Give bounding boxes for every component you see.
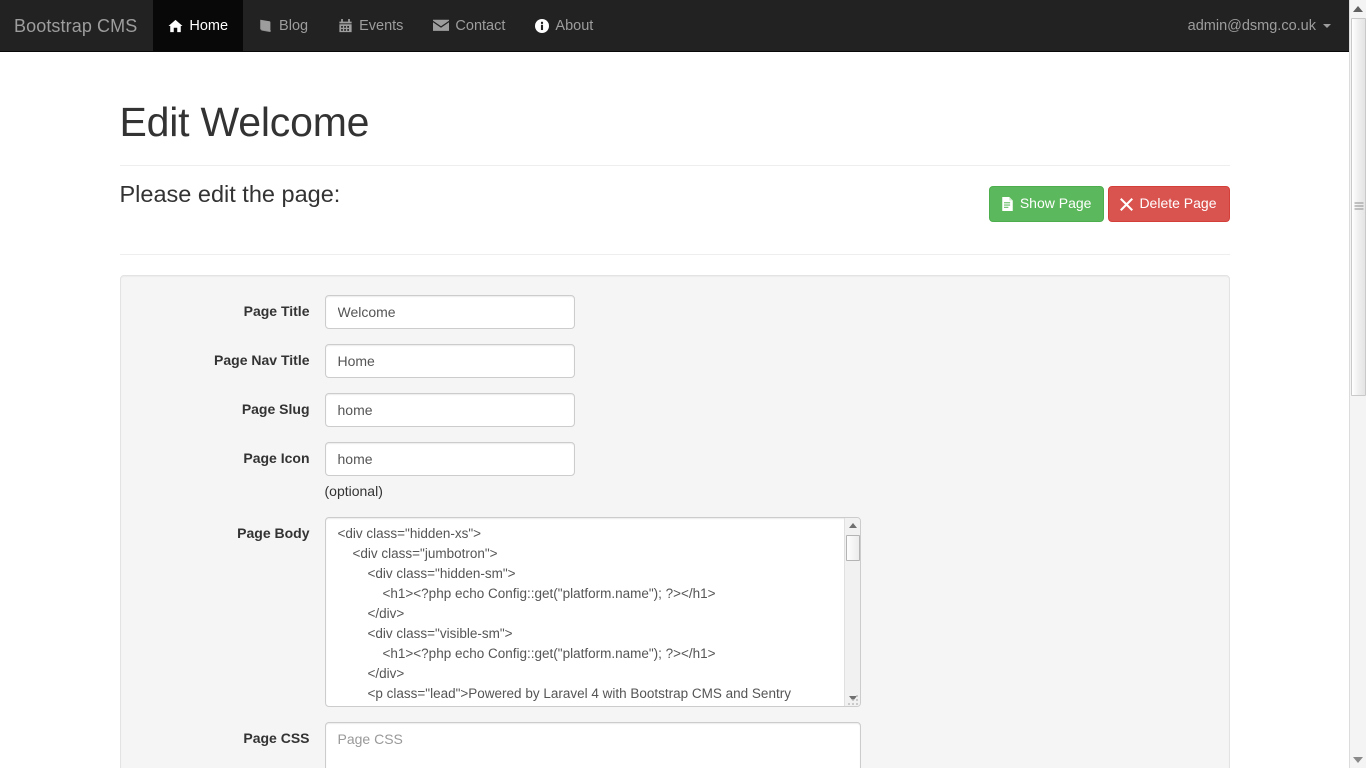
nav-item-blog-label: Blog (279, 17, 309, 34)
scroll-up-icon[interactable] (845, 518, 861, 533)
navbar-brand-label: Bootstrap CMS (14, 15, 138, 36)
nav-item-events[interactable]: Events (323, 0, 418, 51)
nav-item-about-label: About (555, 17, 594, 34)
form-group-page-slug: Page Slug (140, 392, 1210, 427)
envelope-icon (433, 19, 450, 32)
navbar-brand[interactable]: Bootstrap CMS (0, 0, 153, 51)
form-group-page-body: Page Body <div class="hidden-xs"> <div c… (140, 516, 1210, 707)
window-scroll-down-icon[interactable] (1350, 751, 1366, 768)
page-body-wrapper: <div class="hidden-xs"> <div class="jumb… (324, 516, 861, 707)
page-body-textarea[interactable]: <div class="hidden-xs"> <div class="jumb… (324, 516, 861, 707)
subhead-text: Please edit the page: (119, 181, 341, 208)
subhead-row: Please edit the page: Show Page Delete P… (119, 181, 1230, 222)
page-title-control (324, 294, 1210, 329)
show-page-label: Show Page (1019, 195, 1092, 212)
nav-item-blog[interactable]: Blog (243, 0, 323, 51)
nav-item-home[interactable]: Home (153, 0, 244, 51)
title-divider (119, 165, 1230, 167)
scrollbar-thumb[interactable] (845, 534, 860, 561)
book-icon (258, 19, 273, 33)
nav-item-contact-label: Contact (455, 17, 506, 34)
subhead-divider (119, 253, 1230, 255)
home-icon (168, 19, 183, 33)
chevron-down-icon (1323, 23, 1331, 28)
page-nav-title-input[interactable] (324, 343, 575, 378)
navbar-nav: Home Blog Events Contact About (153, 0, 608, 51)
file-text-icon (1001, 197, 1014, 212)
delete-page-label: Delete Page (1139, 195, 1217, 212)
page-css-label: Page CSS (243, 729, 310, 746)
page-title-input[interactable] (324, 294, 575, 329)
page-nav-title-control (324, 343, 1210, 378)
show-page-button[interactable]: Show Page (988, 186, 1105, 222)
page-icon-control: (optional) (324, 441, 1210, 502)
page-actions: Show Page Delete Page (988, 186, 1230, 222)
content-inner: Edit Welcome Please edit the page: Show … (105, 99, 1245, 768)
calendar-icon (338, 18, 353, 33)
nav-item-contact[interactable]: Contact (418, 0, 520, 51)
nav-item-home-label: Home (189, 17, 229, 34)
page-css-control (324, 721, 1210, 768)
page-body-control: <div class="hidden-xs"> <div class="jumb… (324, 516, 1210, 707)
scrollbar-grip-icon (1354, 202, 1363, 212)
page-nav-title-label: Page Nav Title (214, 351, 310, 368)
resize-grip-icon[interactable] (846, 693, 859, 706)
form-group-page-css: Page CSS (140, 721, 1210, 768)
page-css-textarea[interactable] (324, 721, 861, 768)
times-icon (1120, 197, 1134, 211)
user-dropdown[interactable]: admin@dsmg.co.uk (1188, 18, 1331, 34)
form-group-page-nav-title: Page Nav Title (140, 343, 1210, 378)
info-circle-icon (535, 18, 550, 33)
page-slug-control (324, 392, 1210, 427)
page-slug-input[interactable] (324, 392, 575, 427)
page-icon-help: (optional) (324, 482, 383, 499)
delete-page-button[interactable]: Delete Page (1108, 186, 1230, 222)
page-icon-label: Page Icon (243, 449, 310, 466)
user-email-label: admin@dsmg.co.uk (1187, 17, 1316, 34)
edit-page-form: Page Title Page Nav Title Page Slug Page… (119, 274, 1230, 768)
nav-item-about[interactable]: About (520, 0, 608, 51)
page-body-label: Page Body (237, 524, 310, 541)
page-icon-input[interactable] (324, 441, 575, 476)
form-group-page-title: Page Title (140, 294, 1210, 329)
window-scrollbar-thumb[interactable] (1351, 18, 1366, 396)
page-title-label: Page Title (243, 302, 310, 319)
navbar-right: admin@dsmg.co.uk (1188, 0, 1349, 51)
nav-item-events-label: Events (359, 17, 404, 34)
page-container: Edit Welcome Please edit the page: Show … (0, 52, 1349, 768)
page-title: Edit Welcome (119, 99, 370, 145)
page-slug-label: Page Slug (241, 400, 310, 417)
window-scrollbar[interactable] (1349, 0, 1366, 768)
main-navbar: Bootstrap CMS Home Blog Events Contact A… (0, 0, 1349, 52)
page-body-scrollbar[interactable] (843, 517, 861, 706)
form-group-page-icon: Page Icon (optional) (140, 441, 1210, 502)
window-scroll-up-icon[interactable] (1350, 0, 1366, 17)
